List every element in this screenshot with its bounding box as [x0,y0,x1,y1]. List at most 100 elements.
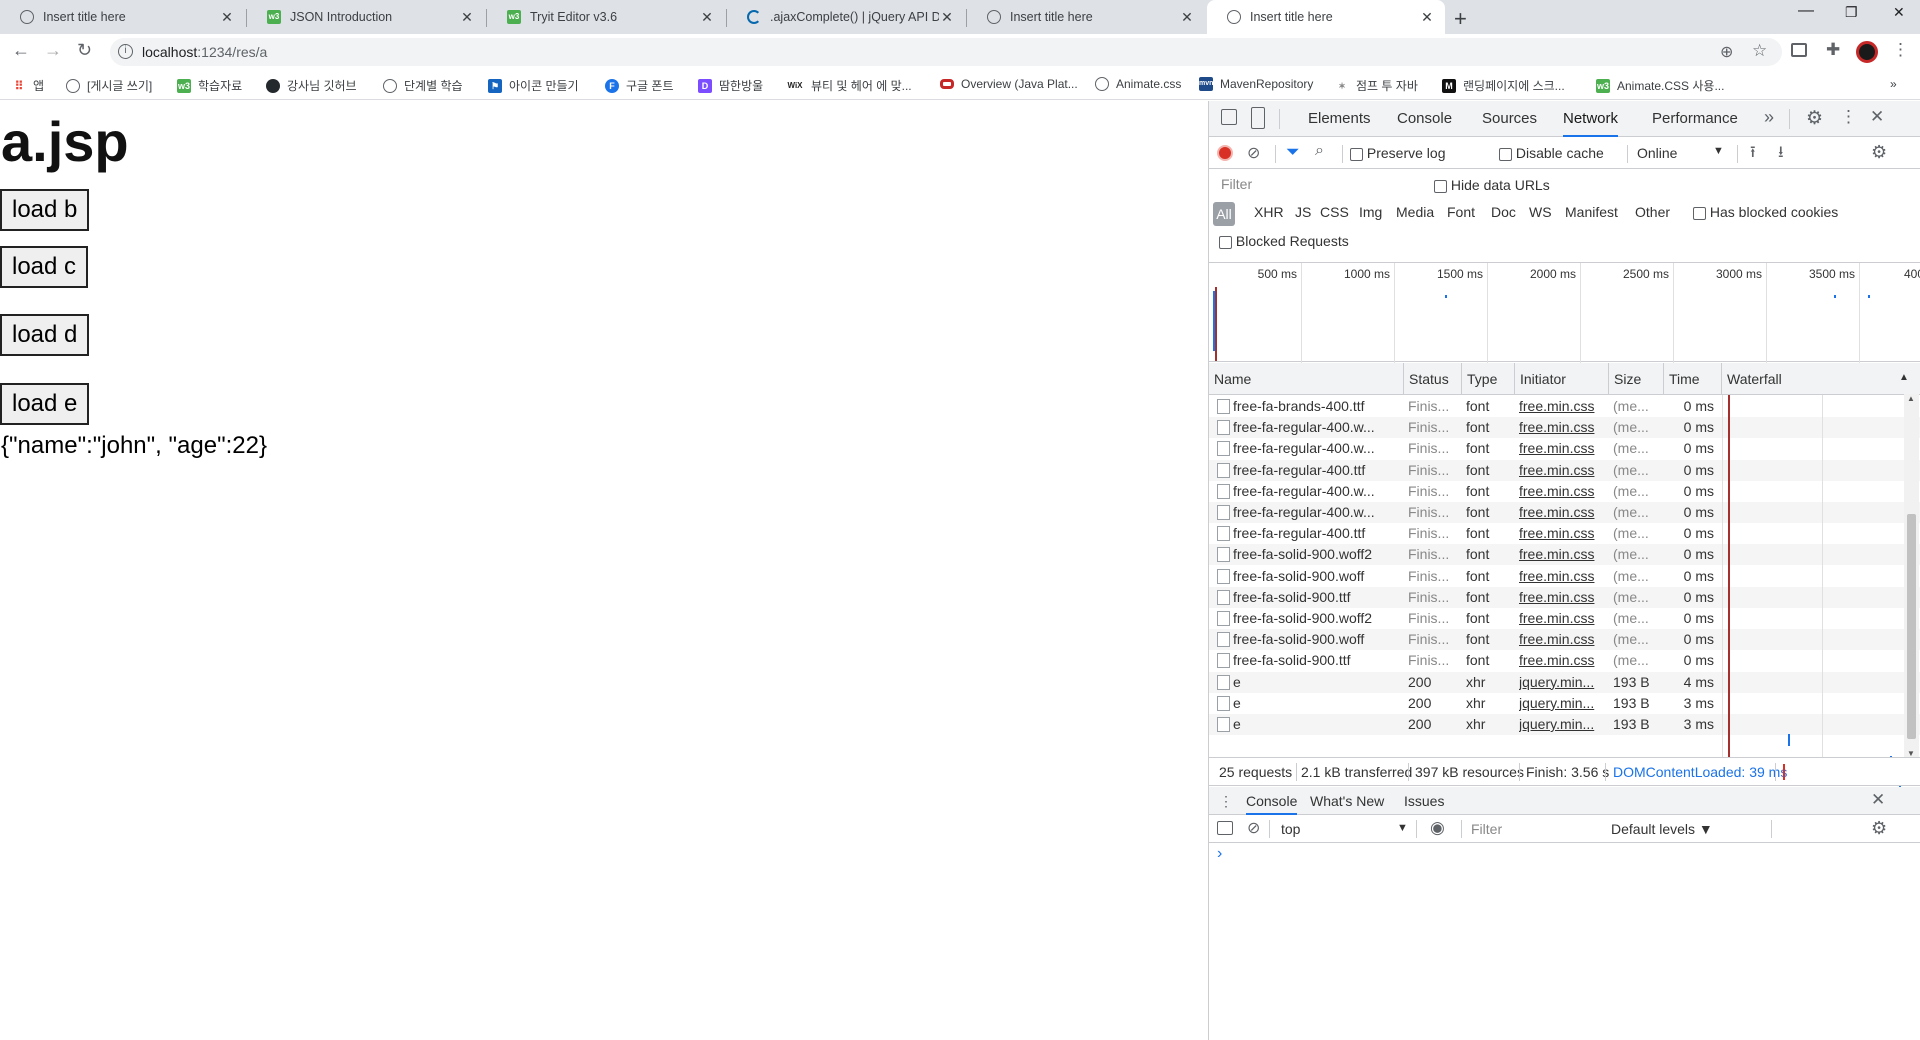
filter-input[interactable]: Filter [1215,173,1420,195]
column-header-time[interactable]: Time [1664,363,1722,395]
column-header-size[interactable]: Size [1609,363,1664,395]
new-tab-button[interactable]: + [1454,6,1467,32]
cell-initiator[interactable]: free.min.css [1519,417,1605,438]
table-row[interactable]: free-fa-regular-400.ttf Finis... font free.… [1209,459,1920,481]
table-row[interactable]: free-fa-solid-900.ttf Finis... font free.mi… [1209,650,1920,671]
eye-icon[interactable]: ◉ [1430,818,1445,838]
extensions-icon[interactable]: ✚ [1826,40,1840,60]
bookmark-item[interactable]: 강사님 깃허브 [266,77,357,94]
url-text[interactable]: localhost:1234/res/a [142,44,267,60]
tab-elements[interactable]: Elements [1308,101,1371,137]
throttling-select[interactable]: Online [1637,145,1677,161]
cell-initiator[interactable]: jquery.min... [1519,672,1605,693]
close-tab-icon[interactable]: ✕ [219,9,235,26]
checkbox[interactable] [1350,147,1363,161]
table-row[interactable]: free-fa-solid-900.woff2 Finis... font free.… [1209,544,1920,566]
tab-sources[interactable]: Sources [1482,101,1537,137]
column-header-waterfall[interactable]: Waterfall [1722,363,1920,395]
type-filter-other[interactable]: Other [1635,204,1670,220]
browser-tab[interactable]: Insert title here ✕ [967,0,1205,34]
bookmark-item[interactable]: M 랜딩페이지에 스크... [1442,77,1565,94]
clear-console-icon[interactable]: ⊘ [1247,818,1260,838]
cell-name[interactable]: free-fa-regular-400.ttf [1233,523,1403,544]
bookmark-item[interactable]: 단계별 학습 [383,77,463,94]
close-tab-icon[interactable]: ✕ [939,9,955,26]
browser-tab-active[interactable]: Insert title here ✕ [1207,0,1445,34]
filter-funnel-icon[interactable]: ⏷ [1286,142,1300,162]
tab-performance[interactable]: Performance [1652,101,1738,137]
cell-initiator[interactable]: free.min.css [1519,460,1605,481]
cell-initiator[interactable]: free.min.css [1519,566,1605,587]
search-icon[interactable]: ⌕ [1315,142,1324,160]
cell-initiator[interactable]: jquery.min... [1519,714,1605,735]
checkbox[interactable] [1219,235,1232,249]
bookmark-item[interactable]: F 구글 폰트 [605,77,674,94]
tab-network[interactable]: Network [1563,101,1619,137]
cell-name[interactable]: free-fa-solid-900.woff2 [1233,544,1403,565]
bookmark-item[interactable]: WiX 뷰티 및 헤어 에 맞... [786,77,911,94]
table-row[interactable]: free-fa-solid-900.woff Finis... font free.m… [1209,566,1920,587]
avatar[interactable] [1856,41,1878,63]
load-d-button[interactable]: load d [0,314,90,356]
minimize-icon[interactable]: — [1798,2,1814,20]
zoom-icon[interactable]: ⊕ [1720,42,1733,62]
disable-cache-checkbox[interactable]: Disable cache [1499,145,1604,161]
table-row[interactable]: e 200 xhr jquery.min... 193 B 3 ms [1209,693,1920,714]
back-arrow-icon[interactable]: ← [12,40,30,61]
cell-name[interactable]: free-fa-regular-400.w... [1233,438,1403,459]
cell-initiator[interactable]: free.min.css [1519,396,1605,417]
column-header-initiator[interactable]: Initiator [1515,363,1609,395]
bookmark-item[interactable]: D 땀한방울 [698,77,763,94]
bookmark-item[interactable]: [게시글 쓰기] [66,77,152,94]
type-filter-doc[interactable]: Doc [1491,204,1516,220]
has-blocked-cookies-checkbox[interactable]: Has blocked cookies [1693,204,1838,220]
bookmark-item[interactable]: Animate.css [1095,77,1181,91]
table-row[interactable]: free-fa-solid-900.woff2 Finis... font free.… [1209,608,1920,629]
scroll-up-icon[interactable]: ▲ [1907,394,1915,403]
cell-initiator[interactable]: free.min.css [1519,608,1605,629]
close-devtools-icon[interactable]: ✕ [1870,107,1884,127]
bookmarks-overflow-icon[interactable]: » [1890,77,1897,91]
info-icon[interactable]: i [118,44,133,59]
cell-initiator[interactable]: free.min.css [1519,587,1605,608]
table-row[interactable]: free-fa-solid-900.woff Finis... font free.m… [1209,629,1920,651]
column-header-type[interactable]: Type [1462,363,1515,395]
type-filter-all[interactable]: All [1213,202,1235,226]
column-header-name[interactable]: Name [1209,363,1404,395]
table-row[interactable]: e 200 xhr jquery.min... 193 B 3 ms [1209,714,1920,735]
type-filter-font[interactable]: Font [1447,204,1475,220]
bookmark-item[interactable]: mvn MavenRepository [1199,77,1313,91]
restore-icon[interactable]: ❐ [1845,4,1858,21]
cast-icon[interactable] [1791,43,1807,57]
record-icon[interactable] [1217,145,1233,161]
network-overview-timeline[interactable]: 500 ms 1000 ms 1500 ms 2000 ms 2500 ms 3… [1209,262,1920,363]
bookmark-item[interactable]: w3 Animate.CSS 사용... [1596,77,1724,94]
log-levels-select[interactable]: Default levels ▼ [1611,821,1713,837]
type-filter-xhr[interactable]: XHR [1254,204,1284,220]
browser-tab[interactable]: w3 Tryit Editor v3.6 ✕ [487,0,725,34]
import-har-icon[interactable]: ⭱ [1750,141,1756,168]
bookmark-item[interactable]: ✶ 점프 투 자바 [1335,77,1418,94]
cell-name[interactable]: free-fa-regular-400.ttf [1233,460,1403,481]
cell-initiator[interactable]: free.min.css [1519,481,1605,502]
table-row[interactable]: free-fa-regular-400.w... Finis... font free… [1209,502,1920,523]
bookmark-item[interactable]: Overview (Java Plat... [940,77,1078,91]
cell-initiator[interactable]: jquery.min... [1519,693,1605,714]
console-prompt[interactable]: › [1217,845,1222,863]
table-row[interactable]: free-fa-regular-400.w... Finis... font free… [1209,438,1920,459]
cell-name[interactable]: free-fa-regular-400.w... [1233,502,1403,523]
close-window-icon[interactable]: ✕ [1893,4,1905,21]
bookmark-item[interactable]: w3 학습자료 [177,77,242,94]
checkbox[interactable] [1434,179,1447,193]
cell-initiator[interactable]: free.min.css [1519,544,1605,565]
table-row[interactable]: free-fa-regular-400.ttf Finis... font free.… [1209,523,1920,544]
export-har-icon[interactable]: ⭳ [1778,141,1784,168]
close-tab-icon[interactable]: ✕ [459,9,475,26]
browser-tab[interactable]: .ajaxComplete() | jQuery API Do ✕ [727,0,965,34]
table-row[interactable]: free-fa-regular-400.w... Finis... font free… [1209,417,1920,439]
tab-console[interactable]: Console [1397,101,1452,137]
cell-name[interactable]: e [1233,714,1403,735]
cell-name[interactable]: free-fa-brands-400.ttf [1233,396,1403,417]
cell-name[interactable]: free-fa-regular-400.w... [1233,417,1403,438]
drawer-tab-whats-new[interactable]: What's New [1310,793,1384,809]
